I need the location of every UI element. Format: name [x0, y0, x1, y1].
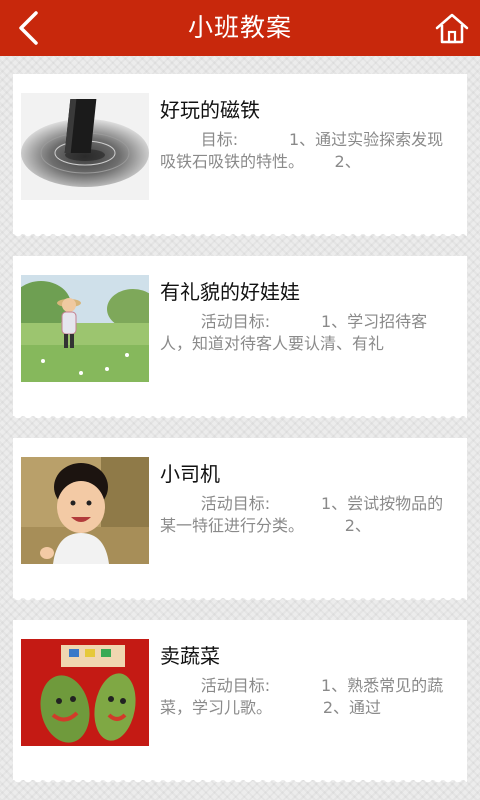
page-title: 小班教案: [187, 13, 292, 42]
child-in-field-image: [21, 275, 149, 382]
lesson-card[interactable]: 卖蔬菜 活动目标: 1、熟悉常见的蔬菜，学习儿歌。 2、通过: [13, 620, 467, 786]
lesson-card[interactable]: 小司机 活动目标: 1、尝试按物品的某一特征进行分类。 2、: [13, 438, 467, 604]
smiling-toddler-image: [21, 457, 149, 564]
lesson-title: 卖蔬菜: [160, 644, 220, 668]
lesson-summary: 活动目标: 1、熟悉常见的蔬菜，学习儿歌。 2、通过: [160, 676, 444, 717]
top-bar: 小班教案: [0, 0, 480, 56]
home-icon: [435, 13, 469, 44]
lesson-title: 小司机: [160, 462, 220, 486]
lesson-card[interactable]: 好玩的磁铁 目标: 1、通过实验探索发现吸铁石吸铁的特性。 2、: [13, 74, 467, 240]
lesson-title: 好玩的磁铁: [160, 98, 260, 122]
magnet-image: [21, 93, 149, 200]
lesson-title: 有礼貌的好娃娃: [160, 280, 300, 304]
lesson-summary: 活动目标: 1、学习招待客人，知道对待客人要认清、有礼: [160, 312, 428, 353]
lesson-card[interactable]: 有礼貌的好娃娃 活动目标: 1、学习招待客人，知道对待客人要认清、有礼: [13, 256, 467, 422]
vegetable-faces-image: [21, 639, 149, 746]
lesson-summary: 活动目标: 1、尝试按物品的某一特征进行分类。 2、: [160, 494, 444, 535]
home-button[interactable]: [432, 8, 472, 48]
lesson-summary: 目标: 1、通过实验探索发现吸铁石吸铁的特性。 2、: [160, 130, 444, 171]
